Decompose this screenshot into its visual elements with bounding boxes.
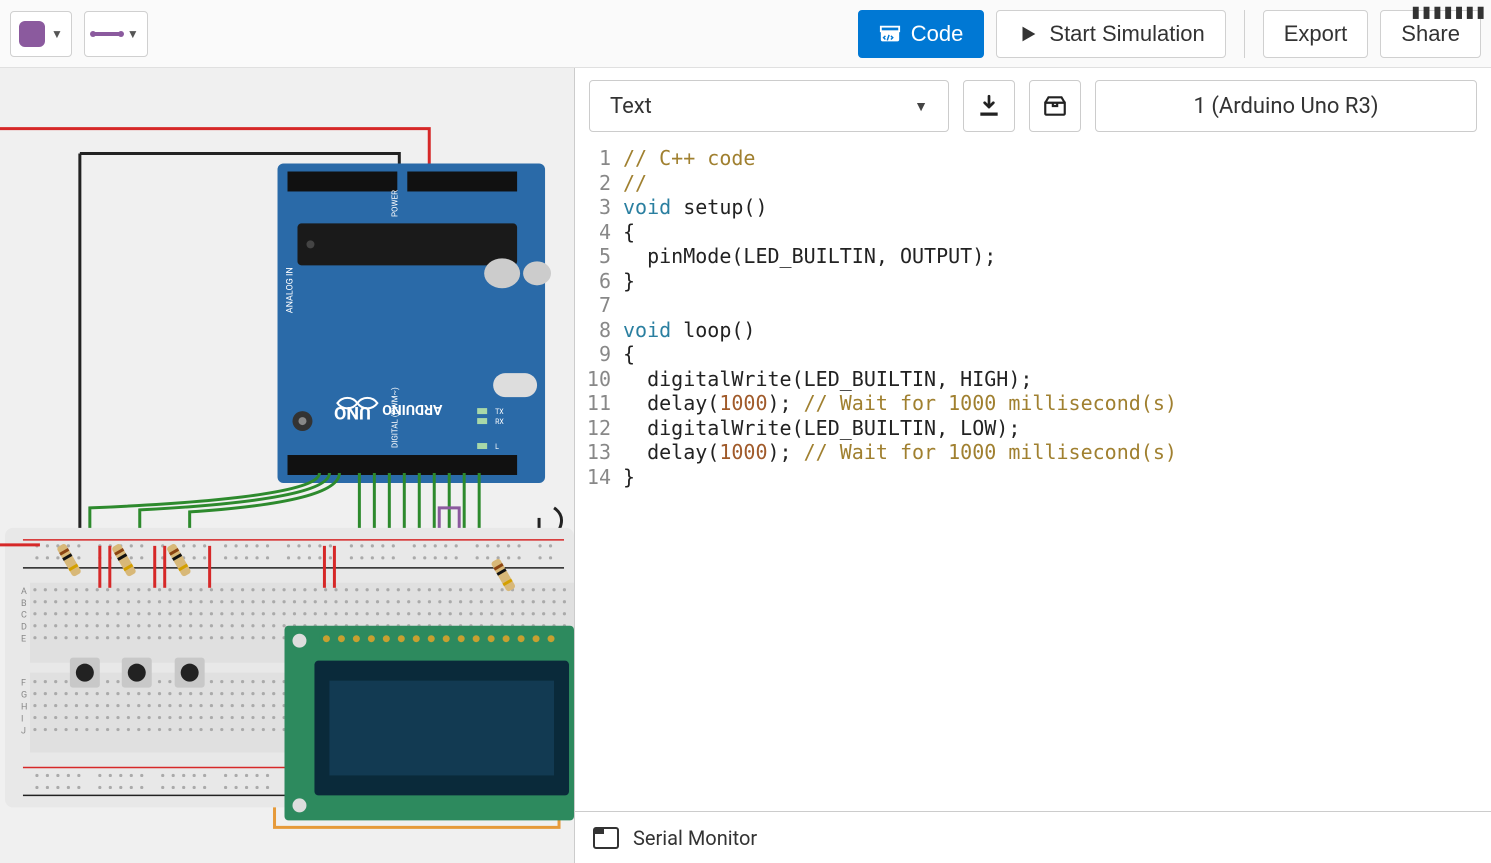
arduino-uno: ARDUINO UNO ANALOG IN POWER DIGITAL (PWM… — [278, 164, 552, 483]
code-editor[interactable]: 1234567891011121314 // C++ code//void se… — [575, 140, 1491, 863]
svg-text:ANALOG IN: ANALOG IN — [285, 267, 295, 313]
chevron-down-icon: ▼ — [914, 98, 928, 115]
start-simulation-label: Start Simulation — [1049, 21, 1204, 47]
board-dropdown[interactable]: 1 (Arduino Uno R3) — [1095, 80, 1477, 132]
share-label: Share — [1401, 21, 1460, 47]
board-label: 1 (Arduino Uno R3) — [1194, 94, 1379, 119]
svg-text:B: B — [21, 599, 27, 609]
divider — [1244, 10, 1245, 58]
serial-monitor-label: Serial Monitor — [633, 826, 757, 850]
serial-monitor-icon — [593, 827, 619, 849]
code-mode-dropdown[interactable]: Text ▼ — [589, 80, 949, 132]
code-lines: // C++ code//void setup(){ pinMode(LED_B… — [623, 146, 1491, 863]
code-mode-label: Text — [610, 94, 652, 119]
chevron-down-icon: ▼ — [51, 27, 63, 41]
svg-text:G: G — [21, 691, 27, 701]
export-label: Export — [1284, 21, 1348, 47]
circuit-drawing: ARDUINO UNO ANALOG IN POWER DIGITAL (PWM… — [0, 68, 574, 863]
main-area: ARDUINO UNO ANALOG IN POWER DIGITAL (PWM… — [0, 68, 1491, 863]
export-button[interactable]: Export — [1263, 10, 1369, 58]
wire-icon — [93, 32, 121, 36]
svg-text:DIGITAL (PWM~): DIGITAL (PWM~) — [390, 387, 399, 448]
code-icon — [879, 23, 901, 45]
download-code-button[interactable] — [963, 80, 1015, 132]
svg-text:D: D — [21, 623, 27, 633]
ruler-dots: ▮▮▮▮▮▮▮ — [1411, 2, 1487, 21]
svg-text:A: A — [21, 587, 27, 597]
svg-text:J: J — [21, 727, 26, 737]
svg-text:POWER: POWER — [390, 190, 399, 217]
code-button-label: Code — [911, 21, 964, 47]
chevron-down-icon: ▼ — [127, 27, 139, 41]
svg-text:I: I — [21, 715, 23, 725]
start-simulation-button[interactable]: Start Simulation — [996, 10, 1225, 58]
push-button — [175, 658, 205, 688]
tool-group: ▼ ▼ — [10, 11, 148, 57]
svg-text:L: L — [495, 443, 499, 451]
push-button — [70, 658, 100, 688]
code-toggle-button[interactable]: Code — [858, 10, 985, 58]
box-icon — [1042, 93, 1068, 119]
svg-text:TX: TX — [495, 408, 504, 416]
circuit-canvas[interactable]: ARDUINO UNO ANALOG IN POWER DIGITAL (PWM… — [0, 68, 575, 863]
svg-text:F: F — [21, 679, 26, 689]
code-panel: Text ▼ 1 (Arduino Uno R3) 12345678910111… — [575, 68, 1491, 863]
push-button — [122, 658, 152, 688]
serial-monitor-bar[interactable]: Serial Monitor — [575, 811, 1491, 863]
svg-text:C: C — [21, 611, 27, 621]
svg-text:H: H — [21, 703, 27, 713]
download-icon — [976, 93, 1002, 119]
svg-text:RX: RX — [495, 418, 504, 426]
wire-style-dropdown[interactable]: ▼ — [84, 11, 148, 57]
libraries-button[interactable] — [1029, 80, 1081, 132]
svg-text:E: E — [21, 635, 26, 645]
top-toolbar: ▼ ▼ Code Start Simulation Export Share — [0, 0, 1491, 68]
code-toolbar: Text ▼ 1 (Arduino Uno R3) — [575, 68, 1491, 140]
component-color-dropdown[interactable]: ▼ — [10, 11, 72, 57]
lcd-16x2 — [285, 626, 574, 821]
play-icon — [1017, 23, 1039, 45]
line-gutter: 1234567891011121314 — [575, 146, 623, 863]
color-swatch-icon — [19, 21, 45, 47]
